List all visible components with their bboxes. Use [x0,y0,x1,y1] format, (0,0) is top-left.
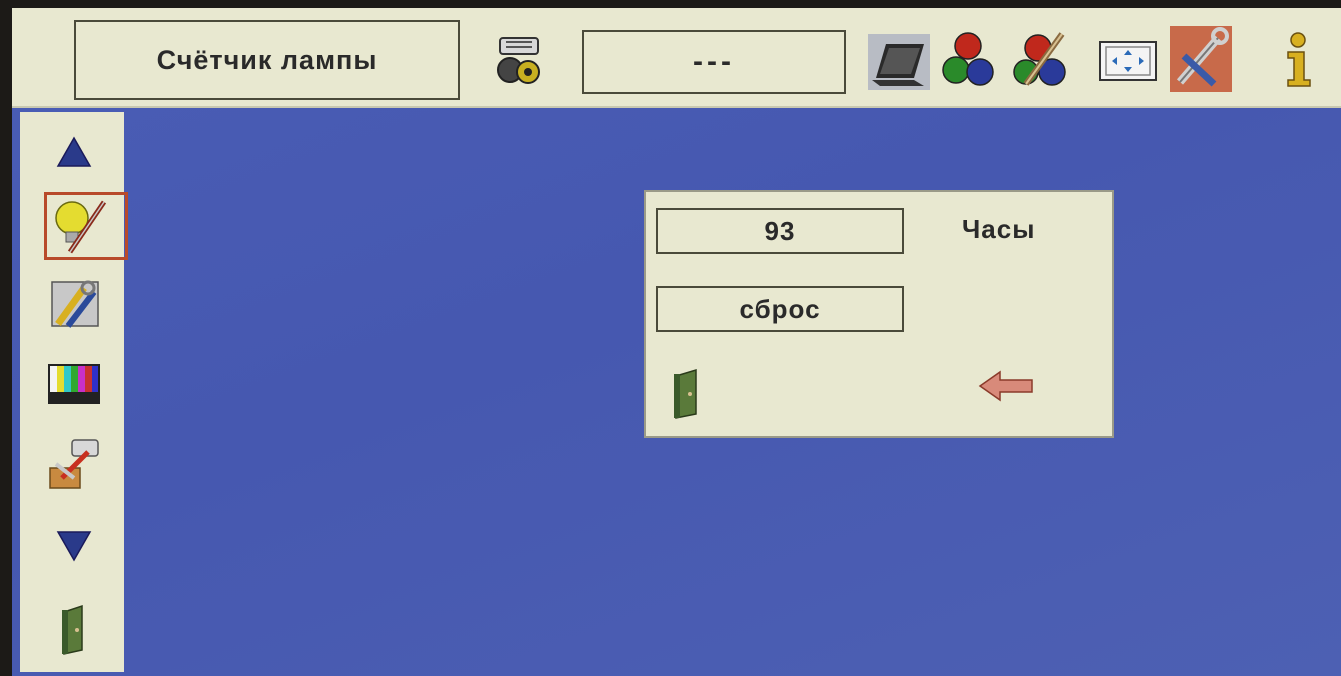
test-pattern-icon[interactable] [44,358,104,418]
exit-door-icon[interactable] [668,368,708,420]
back-arrow-icon[interactable] [976,368,1036,404]
lamp-counter-dialog: 93 Часы сброс [644,190,1114,438]
lamp-tool-icon[interactable] [50,196,110,256]
down-arrow-icon[interactable] [44,526,104,586]
tools-icon[interactable] [1170,26,1232,92]
value-display: --- [582,30,846,94]
menu-title: Счётчик лампы [74,20,460,100]
side-menu [20,112,128,672]
up-arrow-icon[interactable] [44,132,104,192]
screen-position-icon[interactable] [1098,38,1157,98]
projector-setup-icon[interactable] [44,434,104,494]
hours-value-field: 93 [656,208,904,254]
settings-tools-icon[interactable] [44,274,104,334]
laptop-icon[interactable] [868,34,930,94]
color-balls-icon[interactable] [940,30,996,90]
reset-button[interactable]: сброс [656,286,904,332]
top-menu-bar: Счётчик лампы --- [12,8,1341,108]
projector-icon[interactable] [490,30,546,90]
color-adjust-icon[interactable] [1012,30,1068,90]
info-icon[interactable] [1278,30,1318,90]
hours-unit-label: Часы [962,214,1036,244]
exit-door-icon[interactable] [44,602,104,662]
